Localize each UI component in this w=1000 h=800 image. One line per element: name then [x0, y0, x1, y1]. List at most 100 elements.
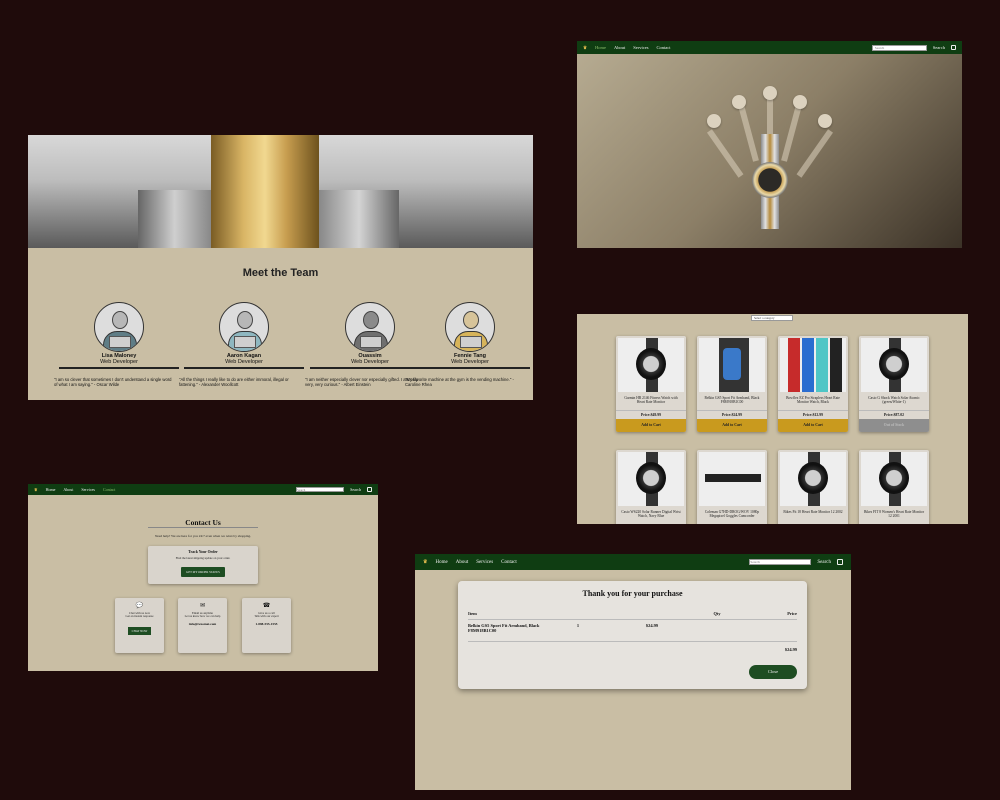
track-order-card: Track Your Order Find the latest shippin… — [148, 546, 258, 584]
nav-link-home[interactable]: Home — [46, 487, 56, 492]
nav-link-about[interactable]: About — [456, 560, 469, 565]
product-card: Bowflex EZ Pro Strapless Heart Rate Moni… — [778, 336, 848, 432]
add-to-cart-button[interactable]: Add to Cart — [616, 419, 686, 432]
member-quote: "All the things I really like to do are … — [179, 377, 289, 388]
crown-logo-icon[interactable]: ♛ — [423, 559, 427, 565]
product-title: Bikes Fit 18 Heart Rate Monitor 12 2002 — [783, 510, 843, 514]
chat-now-button[interactable]: CHAT NOW — [127, 626, 152, 635]
receipt-panel: ♛ Home About Services Contact Search Sea… — [415, 554, 851, 790]
bracelet-left-image — [138, 190, 211, 248]
search-button[interactable]: Search — [817, 560, 831, 565]
close-button[interactable]: Close — [749, 665, 797, 679]
search-button[interactable]: Search — [350, 487, 361, 492]
modal-title: Thank you for your purchase — [582, 589, 683, 598]
shopping-bag-icon[interactable] — [837, 559, 843, 565]
product-title: Belkin GS5 Sport Fit Armband, Black F8M9… — [704, 396, 760, 405]
nav-link-contact[interactable]: Contact — [103, 487, 115, 492]
product-image — [618, 338, 684, 392]
chat-card: 💬 Chat with us now Get an instant respon… — [115, 598, 164, 653]
phone-card: ☎ Give us a call Talk with our expert 1-… — [242, 598, 291, 653]
team-member: Aaron Kagan Web Developer "All the thing… — [179, 302, 304, 387]
product-image — [618, 452, 684, 506]
crown-logo-icon[interactable]: ♛ — [583, 45, 587, 51]
nav-link-services[interactable]: Services — [476, 560, 493, 565]
nav-link-contact[interactable]: Contact — [657, 45, 671, 50]
track-description: Find the latest shipping update on your … — [175, 556, 231, 560]
phone-icon: ☎ — [262, 602, 271, 609]
product-image — [861, 338, 927, 392]
nav-link-about[interactable]: About — [614, 45, 625, 50]
crown-logo-icon[interactable]: ♛ — [34, 487, 38, 492]
search-button[interactable]: Search — [933, 45, 945, 50]
contact-heading: Contact Us — [185, 518, 221, 527]
navbar: ♛ Home About Services Contact Search Sea… — [415, 554, 851, 570]
product-title: Coleman G7HD-DROG/WOV 1080p Megapixel Go… — [704, 510, 760, 519]
item-name: Belkin GS5 Sport Fit Armband, Black F8M9… — [468, 623, 540, 633]
crown-dot — [707, 114, 721, 128]
out-of-stock-button: Out of Stock — [859, 419, 929, 432]
bracelet-right-image — [319, 190, 399, 248]
crown-dot — [763, 86, 777, 100]
add-to-cart-button[interactable]: Add to Cart — [697, 419, 767, 432]
nav-link-services[interactable]: Services — [633, 45, 648, 50]
nav-link-contact[interactable]: Contact — [501, 560, 517, 565]
table-row: Belkin GS5 Sport Fit Armband, Black F8M9… — [468, 623, 797, 633]
total-price: $24.99 — [784, 647, 797, 652]
product-card: Casio WS220 Solar Runner Digital Wrist W… — [616, 450, 686, 524]
product-card: Casio G Shock Watch Solar Atomic (green/… — [859, 336, 929, 432]
chat-desc: Get an instant response — [125, 614, 154, 618]
category-select[interactable]: Select a category — [751, 315, 793, 321]
shopping-bag-icon[interactable] — [367, 487, 372, 492]
order-status-button[interactable]: GET MY ORDER STATUS — [181, 567, 225, 577]
add-to-cart-button[interactable]: Add to Cart — [778, 419, 848, 432]
avatar — [445, 302, 495, 352]
avatar — [345, 302, 395, 352]
divider — [59, 367, 179, 369]
search-input[interactable]: Search — [296, 487, 345, 492]
col-item: Item — [468, 611, 477, 616]
member-role: Web Developer — [100, 359, 138, 365]
nav-link-home[interactable]: Home — [595, 45, 606, 50]
team-panel: Meet the Team Lisa Maloney Web Developer… — [28, 135, 533, 400]
phone-number[interactable]: 1-888-555-1555 — [242, 622, 291, 626]
product-title: Bowflex EZ Pro Strapless Heart Rate Moni… — [786, 396, 840, 405]
product-card: Coleman G7HD-DROG/WOV 1080p Megapixel Go… — [697, 450, 767, 524]
crown-dot — [732, 95, 746, 109]
email-desc: Let us know how we can help — [184, 614, 221, 618]
phone-desc: Talk with our expert — [254, 614, 279, 618]
contact-panel: ♛ Home About Services Contact Search Sea… — [28, 484, 378, 671]
avatar — [94, 302, 144, 352]
member-quote: "I am so clever that sometimes I don't u… — [54, 377, 172, 388]
nav-link-about[interactable]: About — [63, 487, 73, 492]
product-card: Bikes FIT 8 Women's Heart Rate Monitor 1… — [859, 450, 929, 524]
nav-link-services[interactable]: Services — [81, 487, 95, 492]
email-link[interactable]: info@rexomet.com — [178, 622, 227, 626]
product-card: Belkin GS5 Sport Fit Armband, Black F8M9… — [697, 336, 767, 432]
product-title: Casio WS220 Solar Runner Digital Wrist W… — [621, 510, 681, 519]
col-price: Price — [787, 611, 797, 616]
navbar: ♛ Home About Services Contact Search Sea… — [28, 484, 378, 495]
nav-link-home[interactable]: Home — [435, 560, 447, 565]
search-input[interactable]: Search — [871, 44, 927, 51]
item-qty: 1 — [576, 623, 580, 628]
member-role: Web Developer — [451, 359, 489, 365]
watch-image — [752, 134, 788, 229]
product-price: Price:$12.99 — [778, 410, 848, 419]
product-price: Price:$49.99 — [616, 410, 686, 419]
crown-ray — [706, 129, 744, 178]
bracelet-gold-image — [211, 135, 319, 248]
avatar — [219, 302, 269, 352]
team-heading: Meet the Team — [242, 267, 319, 279]
product-image — [699, 452, 765, 506]
product-price: Price:$24.99 — [697, 410, 767, 419]
crown-dot — [818, 114, 832, 128]
purchase-modal: Thank you for your purchase Item Qty Pri… — [458, 581, 807, 689]
crown-ray — [796, 129, 834, 178]
product-image — [780, 452, 846, 506]
navbar: ♛ Home About Services Contact Search Sea… — [577, 41, 962, 54]
shopping-bag-icon[interactable] — [951, 45, 956, 50]
search-input[interactable]: Search — [749, 559, 812, 565]
crown-dot — [793, 95, 807, 109]
divider — [468, 641, 797, 642]
product-price: Price:$87.02 — [859, 410, 929, 419]
